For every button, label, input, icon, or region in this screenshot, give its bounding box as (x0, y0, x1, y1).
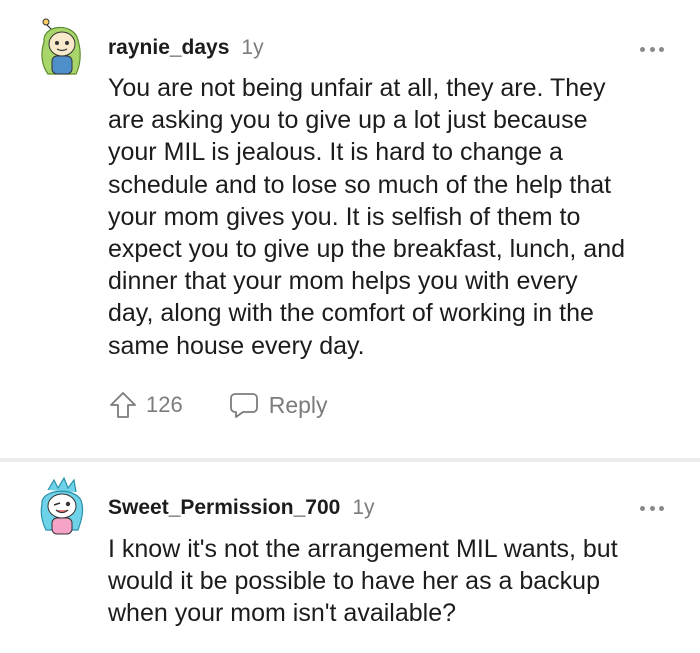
upvote-arrow-icon (110, 392, 136, 418)
avatar[interactable] (34, 474, 90, 540)
comment-actions: 126 Reply (108, 387, 328, 423)
reply-button[interactable]: Reply (229, 391, 328, 419)
comment-sweet-permission-700: Sweet_Permission_700 1y I know it's not … (0, 0, 700, 627)
snoo-avatar-icon (40, 476, 84, 535)
reply-bubble-icon (229, 393, 258, 418)
username[interactable]: Sweet_Permission_700 (108, 496, 340, 520)
comment-age: 1y (352, 496, 375, 519)
more-options-icon[interactable] (640, 503, 664, 513)
vote-count: 126 (146, 392, 183, 417)
comment-body: I know it's not the arrangement MIL want… (108, 535, 618, 628)
comment-divider (0, 458, 700, 462)
upvote-button[interactable]: 126 (108, 390, 183, 420)
reply-label: Reply (268, 391, 328, 418)
comment-header: Sweet_Permission_700 1y (108, 496, 375, 520)
